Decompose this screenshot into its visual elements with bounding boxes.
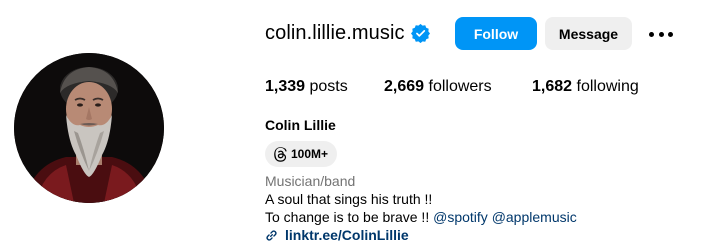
verified-badge-icon — [410, 23, 430, 44]
threads-icon — [273, 146, 288, 162]
followers-count: 2,669 — [384, 78, 425, 95]
link-text: linktr.ee/ColinLillie — [285, 227, 409, 243]
username-row: colin.lillie.music — [265, 17, 430, 50]
threads-count: 100M+ — [291, 147, 329, 161]
bio-line-2-text: To change is to be brave !! — [265, 209, 434, 225]
followers-stat[interactable]: 2,669 followers — [384, 78, 492, 96]
following-stat[interactable]: 1,682 following — [532, 78, 639, 96]
profile-header: colin.lillie.music Follow Message 1,339 … — [0, 0, 711, 249]
message-button[interactable]: Message — [545, 17, 632, 50]
avatar[interactable] — [14, 53, 164, 203]
dot — [649, 31, 654, 37]
external-link[interactable]: linktr.ee/ColinLillie — [265, 227, 409, 243]
posts-count: 1,339 — [265, 78, 306, 95]
posts-label: posts — [305, 78, 348, 95]
follow-button[interactable]: Follow — [455, 17, 537, 50]
following-label: following — [572, 78, 639, 95]
dot — [668, 31, 673, 37]
mention-applemusic[interactable]: @applemusic — [492, 209, 577, 225]
username: colin.lillie.music — [265, 22, 405, 44]
mention-spotify[interactable]: @spotify — [433, 209, 488, 225]
threads-badge[interactable]: 100M+ — [265, 141, 338, 167]
category-label: Musician/band — [265, 173, 356, 189]
dot — [658, 31, 664, 37]
following-count: 1,682 — [532, 78, 573, 95]
full-name: Colin Lillie — [265, 117, 336, 133]
bio-line-1: A soul that sings his truth !! — [265, 191, 433, 207]
followers-label: followers — [424, 78, 492, 95]
more-options-icon[interactable] — [649, 24, 673, 44]
link-icon — [265, 229, 278, 242]
avatar-photo — [14, 53, 164, 203]
bio-line-2: To change is to be brave !! @spotify @ap… — [265, 209, 577, 225]
posts-stat: 1,339 posts — [265, 78, 348, 96]
